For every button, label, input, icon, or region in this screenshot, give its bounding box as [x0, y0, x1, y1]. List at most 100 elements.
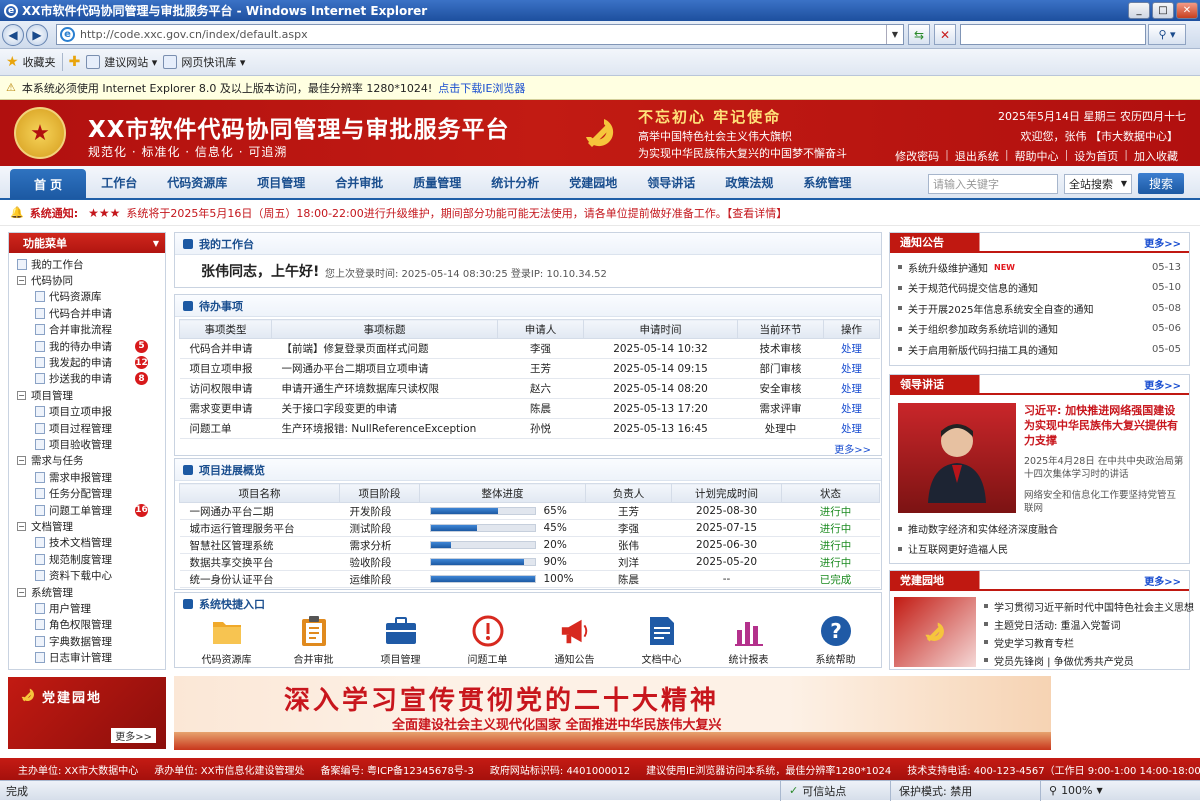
help-link[interactable]: 帮助中心	[1015, 148, 1059, 164]
menu-item[interactable]: 抄送我的申请 8	[9, 371, 165, 387]
menu-item[interactable]: 字典数据管理	[9, 633, 165, 649]
table-row[interactable]: 一网通办平台二期 开发阶段 65% 王芳 2025-08-30 进行中	[179, 502, 880, 520]
minimize-button[interactable]: _	[1128, 2, 1150, 19]
party-item[interactable]: 学习贯彻习近平新时代中国特色社会主义思想	[984, 597, 1194, 615]
promo-banner[interactable]: 深入学习宣传贯彻党的二十大精神 全面建设社会主义现代化国家 全面推进中华民族伟大…	[174, 676, 1051, 750]
process-link[interactable]: 处理	[823, 358, 880, 379]
fav-item-webslice[interactable]: 网页快讯库 ▾	[163, 54, 245, 70]
collapse-icon[interactable]: −	[17, 276, 26, 286]
menu-item[interactable]: − 需求与任务	[9, 453, 165, 469]
maximize-button[interactable]: □	[1152, 2, 1174, 19]
party-building-card[interactable]: 党建园地 更多>>	[8, 677, 166, 749]
menu-item[interactable]: − 系统管理	[9, 584, 165, 600]
search-button[interactable]: 搜索	[1138, 173, 1184, 194]
fav-item-suggested[interactable]: 建议网站 ▾	[86, 54, 157, 70]
url-input[interactable]: e http://code.xxc.gov.cn/index/default.a…	[56, 24, 904, 45]
collapse-icon[interactable]: −	[17, 587, 26, 597]
nav-speech[interactable]: 领导讲话	[632, 165, 710, 199]
speech-item[interactable]: 推动数字经济和实体经济深度融合	[898, 521, 1058, 536]
close-button[interactable]: ✕	[1176, 2, 1198, 19]
search-scope-select[interactable]: 全站搜索 ▼	[1064, 173, 1132, 194]
notice-item[interactable]: 关于开展2025年信息系统安全自查的通知 05-08	[898, 298, 1181, 319]
notice-item[interactable]: 关于规范代码提交信息的通知 05-10	[898, 278, 1181, 299]
menu-item[interactable]: 需求申报管理	[9, 469, 165, 485]
favorites-button[interactable]: ★ 收藏夹	[6, 54, 56, 70]
party-item[interactable]: 主题党日活动: 重温入党誓词	[984, 615, 1194, 633]
back-button[interactable]: ◀	[2, 23, 24, 46]
menu-item[interactable]: 日志审计管理	[9, 649, 165, 665]
stop-button[interactable]: ✕	[934, 24, 956, 45]
notice-text[interactable]: 系统将于2025年5月16日（周五）18:00-22:00进行升级维护，期间部分…	[126, 205, 787, 221]
nav-projects[interactable]: 项目管理	[242, 165, 320, 199]
process-link[interactable]: 处理	[823, 378, 880, 399]
speech-more-link[interactable]: 更多>>	[1144, 377, 1181, 392]
menu-item[interactable]: 我的待办申请 5	[9, 338, 165, 354]
quick-entry-briefcase[interactable]: 项目管理	[357, 615, 444, 667]
menu-item[interactable]: 项目过程管理	[9, 420, 165, 436]
download-ie-link[interactable]: 点击下载IE浏览器	[438, 80, 525, 96]
refresh-button[interactable]: ⇆	[908, 24, 930, 45]
quick-entry-alert[interactable]: 问题工单	[444, 615, 531, 667]
menu-item[interactable]: 任务分配管理	[9, 485, 165, 501]
protected-mode-indicator[interactable]: 保护模式: 禁用	[890, 780, 1040, 801]
menu-item[interactable]: 我发起的申请 12	[9, 354, 165, 370]
table-row[interactable]: 访问权限申请 申请开通生产环境数据库只读权限 赵六 2025-05-14 08:20 安…	[179, 378, 880, 399]
quick-entry-help[interactable]: ? 系统帮助	[792, 615, 879, 667]
speech-headline[interactable]: 习近平: 加快推进网络强国建设为实现中华民族伟大复兴提供有力支撑	[1024, 403, 1184, 448]
menu-item[interactable]: 规范制度管理	[9, 551, 165, 567]
browser-search-button[interactable]: ⚲ ▾	[1148, 24, 1186, 45]
browser-search-input[interactable]	[960, 24, 1146, 45]
party-item[interactable]: 党史学习教育专栏	[984, 633, 1194, 651]
zone-indicator[interactable]: ✓ 可信站点	[780, 780, 890, 801]
process-link[interactable]: 处理	[823, 338, 880, 359]
nav-statistics[interactable]: 统计分析	[476, 165, 554, 199]
leader-photo[interactable]	[898, 403, 1016, 513]
add-favorite-icon[interactable]: ✚	[69, 54, 81, 70]
menu-item[interactable]: − 文档管理	[9, 518, 165, 534]
table-row[interactable]: 智慧社区管理系统 需求分析 20% 张伟 2025-06-30 进行中	[179, 536, 880, 554]
menu-item[interactable]: − 代码协同	[9, 272, 165, 288]
zoom-control[interactable]: ⚲ 100% ▼	[1040, 780, 1120, 801]
site-search-input[interactable]: 请输入关键字	[928, 173, 1058, 194]
menu-item[interactable]: 问题工单管理 16	[9, 502, 165, 518]
table-row[interactable]: 数据共享交换平台 验收阶段 90% 刘洋 2025-05-20 进行中	[179, 553, 880, 571]
nav-home[interactable]: 首 页	[10, 169, 87, 199]
quick-entry-folder[interactable]: 代码资源库	[183, 615, 270, 667]
nav-party[interactable]: 党建园地	[554, 165, 632, 199]
quick-entry-bar-chart[interactable]: 统计报表	[705, 615, 792, 667]
collapse-icon[interactable]: −	[17, 521, 26, 531]
nav-merge-approval[interactable]: 合并审批	[320, 165, 398, 199]
party-item[interactable]: 党员先锋岗 | 争做优秀共产党员	[984, 651, 1194, 669]
table-row[interactable]: 代码合并申请 【前端】修复登录页面样式问题 李强 2025-05-14 10:32 技术…	[179, 338, 880, 359]
menu-item[interactable]: 项目立项申报	[9, 404, 165, 420]
process-link[interactable]: 处理	[823, 398, 880, 419]
menu-item[interactable]: − 项目管理	[9, 387, 165, 403]
change-password-link[interactable]: 修改密码	[895, 148, 939, 164]
collapse-icon[interactable]: −	[17, 456, 26, 466]
todo-more-link[interactable]: 更多>>	[834, 441, 871, 456]
menu-item[interactable]: 代码资源库	[9, 289, 165, 305]
notice-item[interactable]: 系统升级维护通知 NEW 05-13	[898, 257, 1181, 278]
notice-item[interactable]: 关于组织参加政务系统培训的通知 05-06	[898, 319, 1181, 340]
nav-quality[interactable]: 质量管理	[398, 165, 476, 199]
party-more-link[interactable]: 更多>>	[1144, 573, 1181, 588]
party-image[interactable]	[894, 597, 976, 667]
quick-entry-megaphone[interactable]: 通知公告	[531, 615, 618, 667]
quick-entry-document[interactable]: 文档中心	[618, 615, 705, 667]
chevron-down-icon[interactable]: ▼	[153, 239, 159, 248]
party-card-more-link[interactable]: 更多>>	[111, 728, 156, 743]
menu-item[interactable]: 技术文档管理	[9, 535, 165, 551]
forward-button[interactable]: ▶	[26, 23, 48, 46]
menu-item[interactable]: 我的工作台	[9, 256, 165, 272]
table-row[interactable]: 城市运行管理服务平台 测试阶段 45% 李强 2025-07-15 进行中	[179, 519, 880, 537]
menu-item[interactable]: 合并审批流程	[9, 322, 165, 338]
nav-policy[interactable]: 政策法规	[710, 165, 788, 199]
menu-item[interactable]: 代码合并申请	[9, 305, 165, 321]
speech-item[interactable]: 让互联网更好造福人民	[898, 541, 1008, 556]
set-homepage-link[interactable]: 设为首页	[1074, 148, 1118, 164]
table-row[interactable]: 问题工单 生产环境报错: NullReferenceException 孙悦 2025…	[179, 418, 880, 439]
menu-item[interactable]: 项目验收管理	[9, 436, 165, 452]
notice-item[interactable]: 关于启用新版代码扫描工具的通知 05-05	[898, 339, 1181, 360]
table-row[interactable]: 统一身份认证平台 运维阶段 100% 陈晨 -- 已完成	[179, 570, 880, 588]
nav-system[interactable]: 系统管理	[788, 165, 866, 199]
